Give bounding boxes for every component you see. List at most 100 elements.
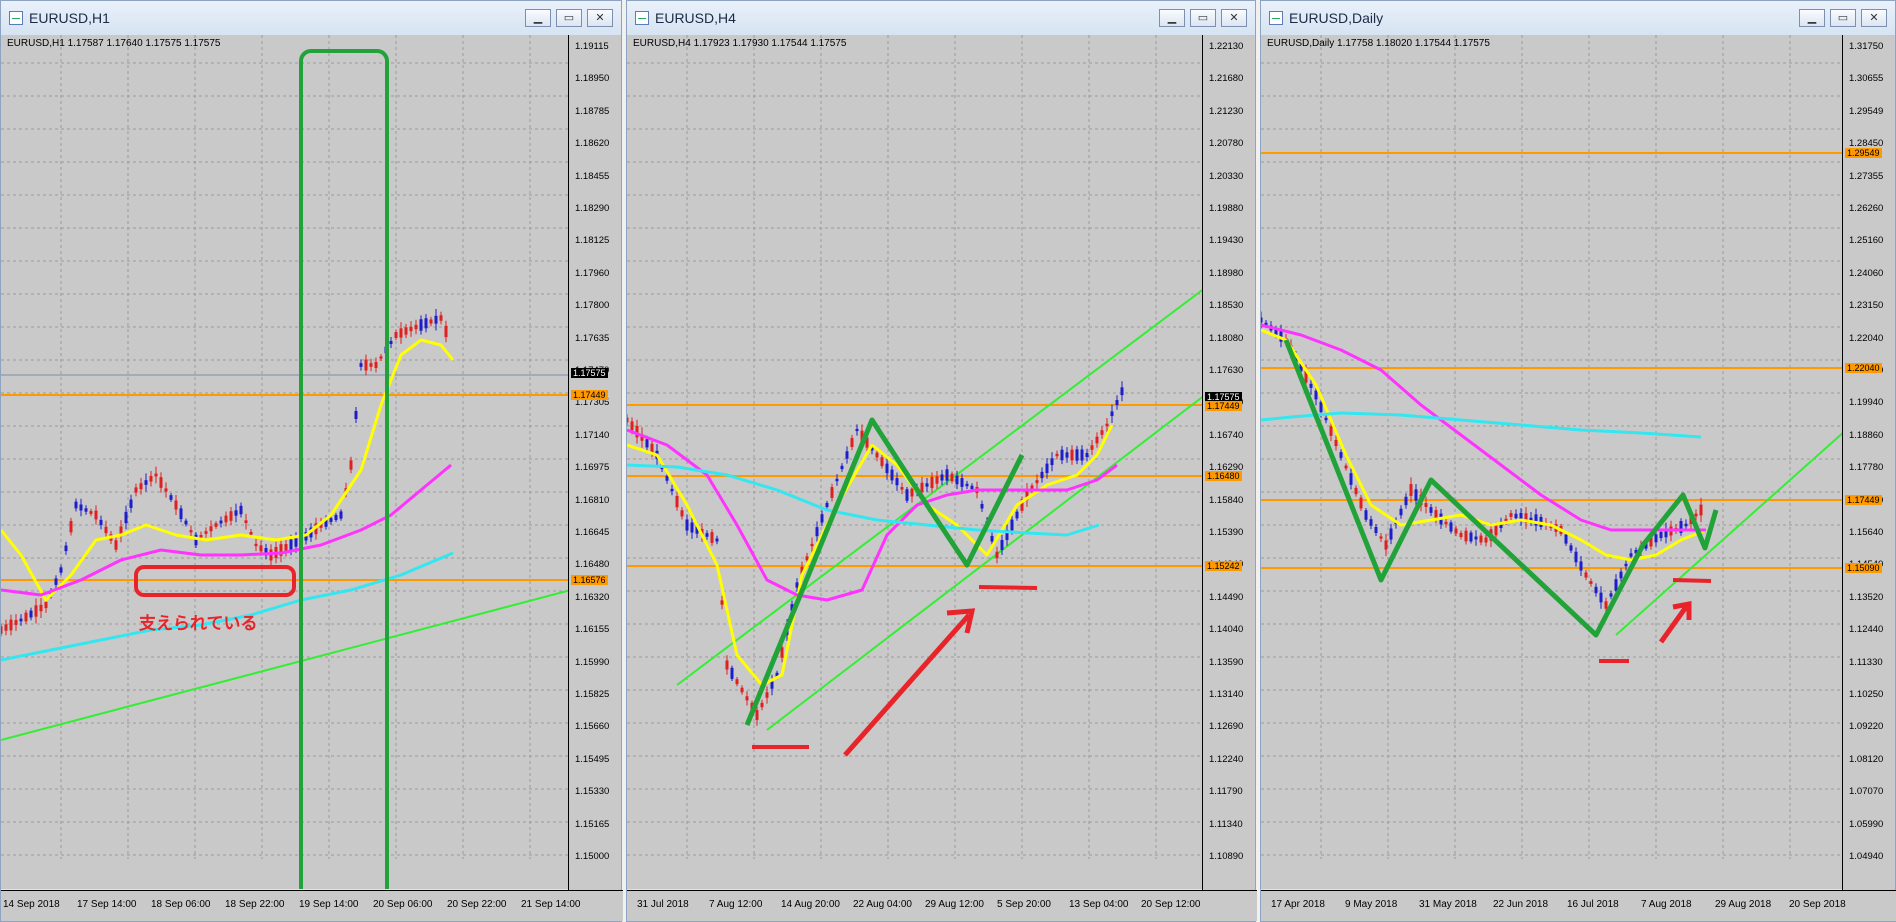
current-price-tag: 1.17575 <box>571 368 608 378</box>
candle-body <box>1624 563 1628 567</box>
candle-body <box>810 543 814 547</box>
price-label: 1.15165 <box>575 818 610 830</box>
time-label: 5 Sep 20:00 <box>997 899 1051 910</box>
candle-body <box>329 518 333 522</box>
level-price-tag: 1.15090 <box>1845 563 1882 573</box>
time-label: 31 May 2018 <box>1419 899 1477 910</box>
price-label: 1.16975 <box>575 462 610 474</box>
close-button[interactable]: ✕ <box>587 9 613 27</box>
time-axis[interactable]: 17 Apr 2018 9 May 2018 31 May 2018 22 Jun 2… <box>1261 890 1896 921</box>
price-axis[interactable]: 1.31750 1.30655 1.29549 1.28450 1.27355 1.262… <box>1842 35 1895 891</box>
title-bar[interactable]: EURUSD,H1 ▁ ▭ ✕ <box>1 1 621 35</box>
candle-body <box>1699 504 1703 516</box>
trendline <box>1 589 571 741</box>
candle-body <box>1464 530 1468 542</box>
low-mark <box>978 585 1038 590</box>
time-label: 20 Sep 06:00 <box>373 899 433 910</box>
price-label: 1.27355 <box>1849 170 1884 182</box>
chart-window-daily[interactable]: EURUSD,Daily ▁ ▭ ✕ EURUSD,Daily 1.17758 … <box>1260 0 1896 922</box>
candle-body <box>965 483 969 487</box>
close-button[interactable]: ✕ <box>1221 9 1247 27</box>
candle-body <box>795 582 799 588</box>
candle-body <box>59 567 63 573</box>
candle-body <box>1000 540 1004 550</box>
chart-window-h4[interactable]: EURUSD,H4 ▁ ▭ ✕ EURUSD,H4 1.17923 1.1793… <box>626 0 1257 922</box>
minimize-button[interactable]: ▁ <box>1799 9 1825 27</box>
candle-body <box>154 473 158 477</box>
time-axis[interactable]: 31 Jul 2018 7 Aug 12:00 14 Aug 20:00 22 Aug… <box>627 890 1257 921</box>
close-button[interactable]: ✕ <box>1861 9 1887 27</box>
candle-body <box>339 511 343 519</box>
candle-body <box>1449 522 1453 532</box>
candle-body <box>259 545 263 552</box>
candle-body <box>1309 383 1313 388</box>
maximize-button[interactable]: ▭ <box>1190 9 1216 27</box>
chart-canvas[interactable] <box>627 35 1205 889</box>
price-label: 1.23150 <box>1849 300 1884 312</box>
candle-body <box>219 520 223 524</box>
price-label: 1.19430 <box>1209 235 1244 247</box>
price-label: 1.15640 <box>1849 527 1884 538</box>
candle-body <box>89 511 93 514</box>
candle-body <box>229 511 233 521</box>
candle-body <box>1379 536 1383 539</box>
candle-body <box>1085 452 1089 458</box>
time-label: 13 Sep 04:00 <box>1069 899 1129 910</box>
candle-body <box>409 326 413 332</box>
candle-body <box>1389 528 1393 540</box>
level-price-tag: 1.17449 <box>1205 401 1242 411</box>
chart-plot-area[interactable]: EURUSD,H1 1.17587 1.17640 1.17575 1.1757… <box>1 35 571 889</box>
candle-body <box>715 538 719 542</box>
candle-body <box>254 543 258 547</box>
time-label: 20 Sep 12:00 <box>1141 899 1201 910</box>
title-bar[interactable]: EURUSD,H4 ▁ ▭ ✕ <box>627 1 1255 35</box>
maximize-button[interactable]: ▭ <box>556 9 582 27</box>
price-label: 1.09220 <box>1849 721 1884 733</box>
minimize-button[interactable]: ▁ <box>1159 9 1185 27</box>
candle-body <box>1599 592 1603 603</box>
time-axis[interactable]: 14 Sep 2018 17 Sep 14:00 18 Sep 06:00 18 Se… <box>1 890 623 921</box>
candle-body <box>1619 571 1623 579</box>
candle-body <box>1579 561 1583 571</box>
candle-body <box>1564 534 1568 544</box>
maximize-button[interactable]: ▭ <box>1830 9 1856 27</box>
chart-window-h1[interactable]: EURUSD,H1 ▁ ▭ ✕ EURUSD,H1 1.17587 1.1764… <box>0 0 623 922</box>
ma-mid-line <box>627 428 1118 602</box>
chart-icon <box>635 11 649 25</box>
candle-body <box>199 534 203 538</box>
title-bar[interactable]: EURUSD,Daily ▁ ▭ ✕ <box>1261 1 1895 35</box>
price-label: 1.16645 <box>575 527 610 538</box>
candle-body <box>359 363 363 367</box>
price-label: 1.24060 <box>1849 267 1884 279</box>
price-axis[interactable]: 1.19115 1.18950 1.18785 1.18620 1.18455 1.182… <box>568 35 621 891</box>
chart-plot-area[interactable]: EURUSD,H4 1.17923 1.17930 1.17544 1.1757… <box>627 35 1205 889</box>
candle-body <box>364 359 368 371</box>
candle-body <box>1454 528 1458 534</box>
price-label: 1.15495 <box>575 753 610 765</box>
price-label: 1.11330 <box>1849 656 1883 668</box>
candle-body <box>1654 534 1658 543</box>
price-axis[interactable]: 1.22130 1.21680 1.21230 1.20780 1.20330 1.198… <box>1202 35 1255 891</box>
candle-body <box>900 486 904 490</box>
price-label: 1.26260 <box>1849 203 1884 214</box>
price-label: 1.15825 <box>575 689 610 700</box>
candle-body <box>755 710 759 720</box>
candle-body <box>627 417 629 423</box>
chart-plot-area[interactable]: EURUSD,Daily 1.17758 1.18020 1.17544 1.1… <box>1261 35 1845 889</box>
chart-canvas[interactable] <box>1 35 571 889</box>
candle-body <box>174 500 178 510</box>
candle-body <box>1384 540 1388 550</box>
candle-body <box>1334 439 1338 447</box>
candle-body <box>244 520 248 524</box>
candle-body <box>99 519 103 526</box>
candle-body <box>114 540 118 550</box>
minimize-button[interactable]: ▁ <box>525 9 551 27</box>
candle-body <box>354 411 358 419</box>
chart-canvas[interactable] <box>1261 35 1845 889</box>
candle-body <box>1010 519 1014 531</box>
candle-body <box>34 605 38 617</box>
price-label: 1.18080 <box>1209 332 1244 344</box>
candle-body <box>429 319 433 324</box>
price-label: 1.13140 <box>1209 689 1244 700</box>
candle-body <box>760 702 764 708</box>
